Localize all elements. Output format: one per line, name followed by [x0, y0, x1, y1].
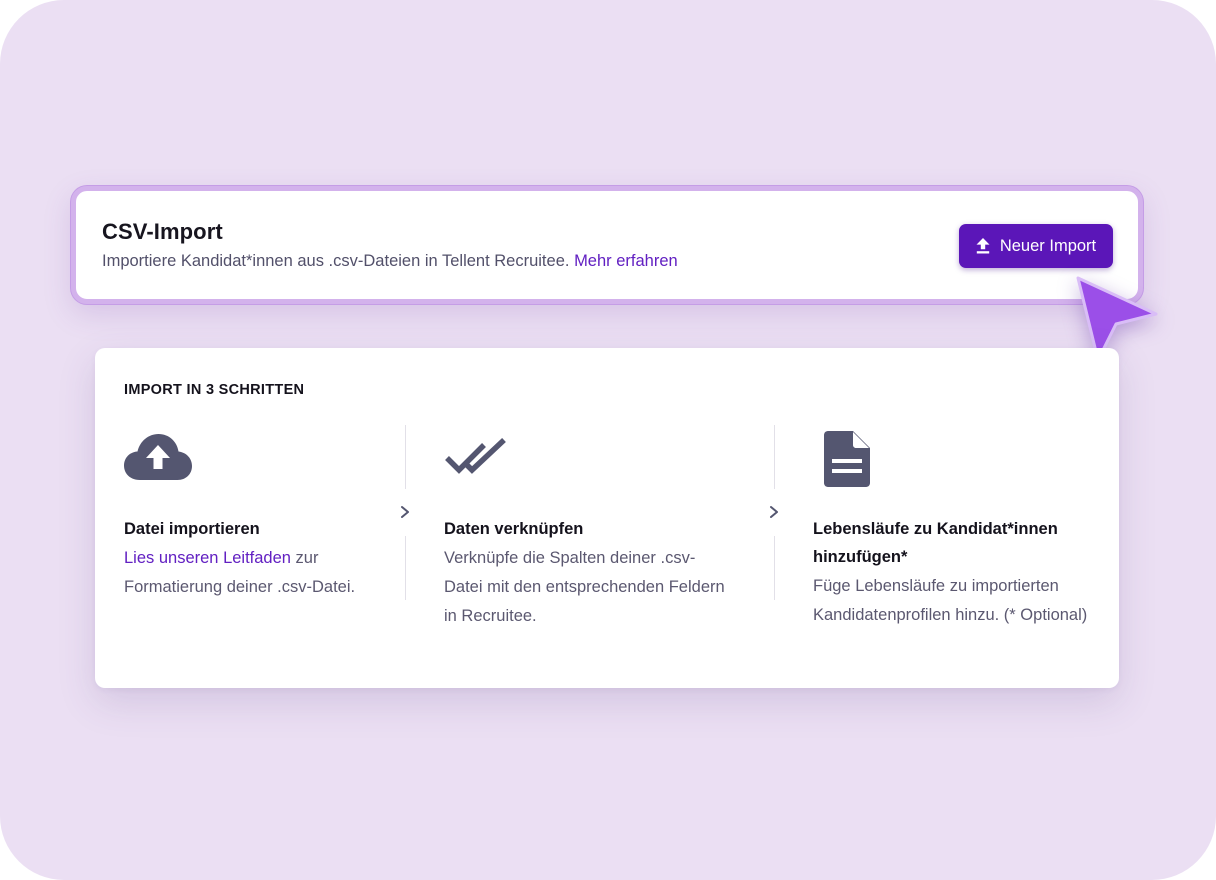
chevron-right-icon	[401, 506, 409, 518]
double-check-icon	[445, 438, 506, 474]
new-import-button[interactable]: Neuer Import	[959, 224, 1113, 268]
step-divider	[405, 425, 406, 489]
background-stage: CSV-Import Importiere Kandidat*innen aus…	[0, 0, 1216, 880]
import-steps-card: IMPORT IN 3 SCHRITTEN Datei importieren …	[95, 348, 1119, 688]
steps-heading: IMPORT IN 3 SCHRITTEN	[124, 382, 305, 398]
import-card-description: Importiere Kandidat*innen aus .csv-Datei…	[102, 252, 678, 271]
upload-icon	[976, 238, 990, 254]
cloud-upload-icon	[124, 434, 192, 480]
chevron-right-icon	[770, 506, 778, 518]
csv-import-card: CSV-Import Importiere Kandidat*innen aus…	[71, 186, 1143, 304]
step-divider	[774, 536, 775, 600]
learn-more-link[interactable]: Mehr erfahren	[574, 252, 678, 270]
step-title: Lebensläufe zu Kandidat*innen hinzufügen…	[813, 520, 1058, 566]
step-description: Füge Lebensläufe zu importierten Kandida…	[813, 577, 1088, 624]
guide-link[interactable]: Lies unseren Leitfaden	[124, 549, 291, 567]
step-title: Datei importieren	[124, 520, 260, 538]
import-description-text: Importiere Kandidat*innen aus .csv-Datei…	[102, 252, 570, 270]
step-title: Daten verknüpfen	[444, 520, 584, 538]
import-card-title: CSV-Import	[102, 219, 223, 244]
step-description: Verknüpfe die Spalten deiner .csv-Datei …	[444, 549, 725, 625]
step-description: Lies unseren Leitfaden zur Formatierung …	[124, 544, 374, 602]
document-icon	[824, 431, 870, 487]
step-divider	[405, 536, 406, 600]
new-import-button-label: Neuer Import	[999, 236, 1097, 255]
step-divider	[774, 425, 775, 489]
